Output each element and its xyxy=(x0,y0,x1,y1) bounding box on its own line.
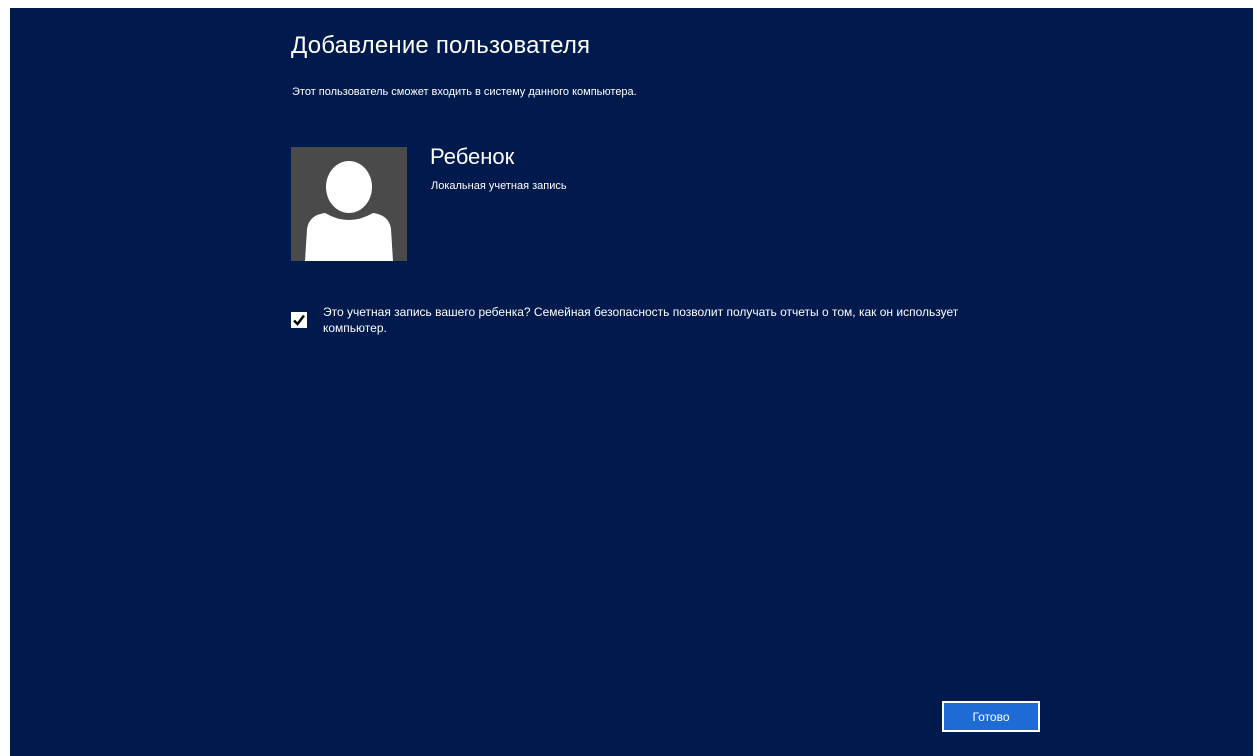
done-button[interactable]: Готово xyxy=(942,701,1040,732)
checkmark-icon xyxy=(293,314,305,326)
page-subtitle: Этот пользователь сможет входить в систе… xyxy=(292,86,637,98)
user-silhouette-icon xyxy=(305,161,393,261)
account-type: Локальная учетная запись xyxy=(431,180,567,192)
account-name: Ребенок xyxy=(430,144,515,169)
add-user-screen: Добавление пользователя Этот пользовател… xyxy=(10,8,1253,756)
family-safety-checkbox[interactable] xyxy=(291,312,307,328)
page-title: Добавление пользователя xyxy=(291,32,591,59)
user-avatar-tile xyxy=(291,147,407,261)
family-safety-label[interactable]: Это учетная запись вашего ребенка? Семей… xyxy=(323,304,1013,336)
